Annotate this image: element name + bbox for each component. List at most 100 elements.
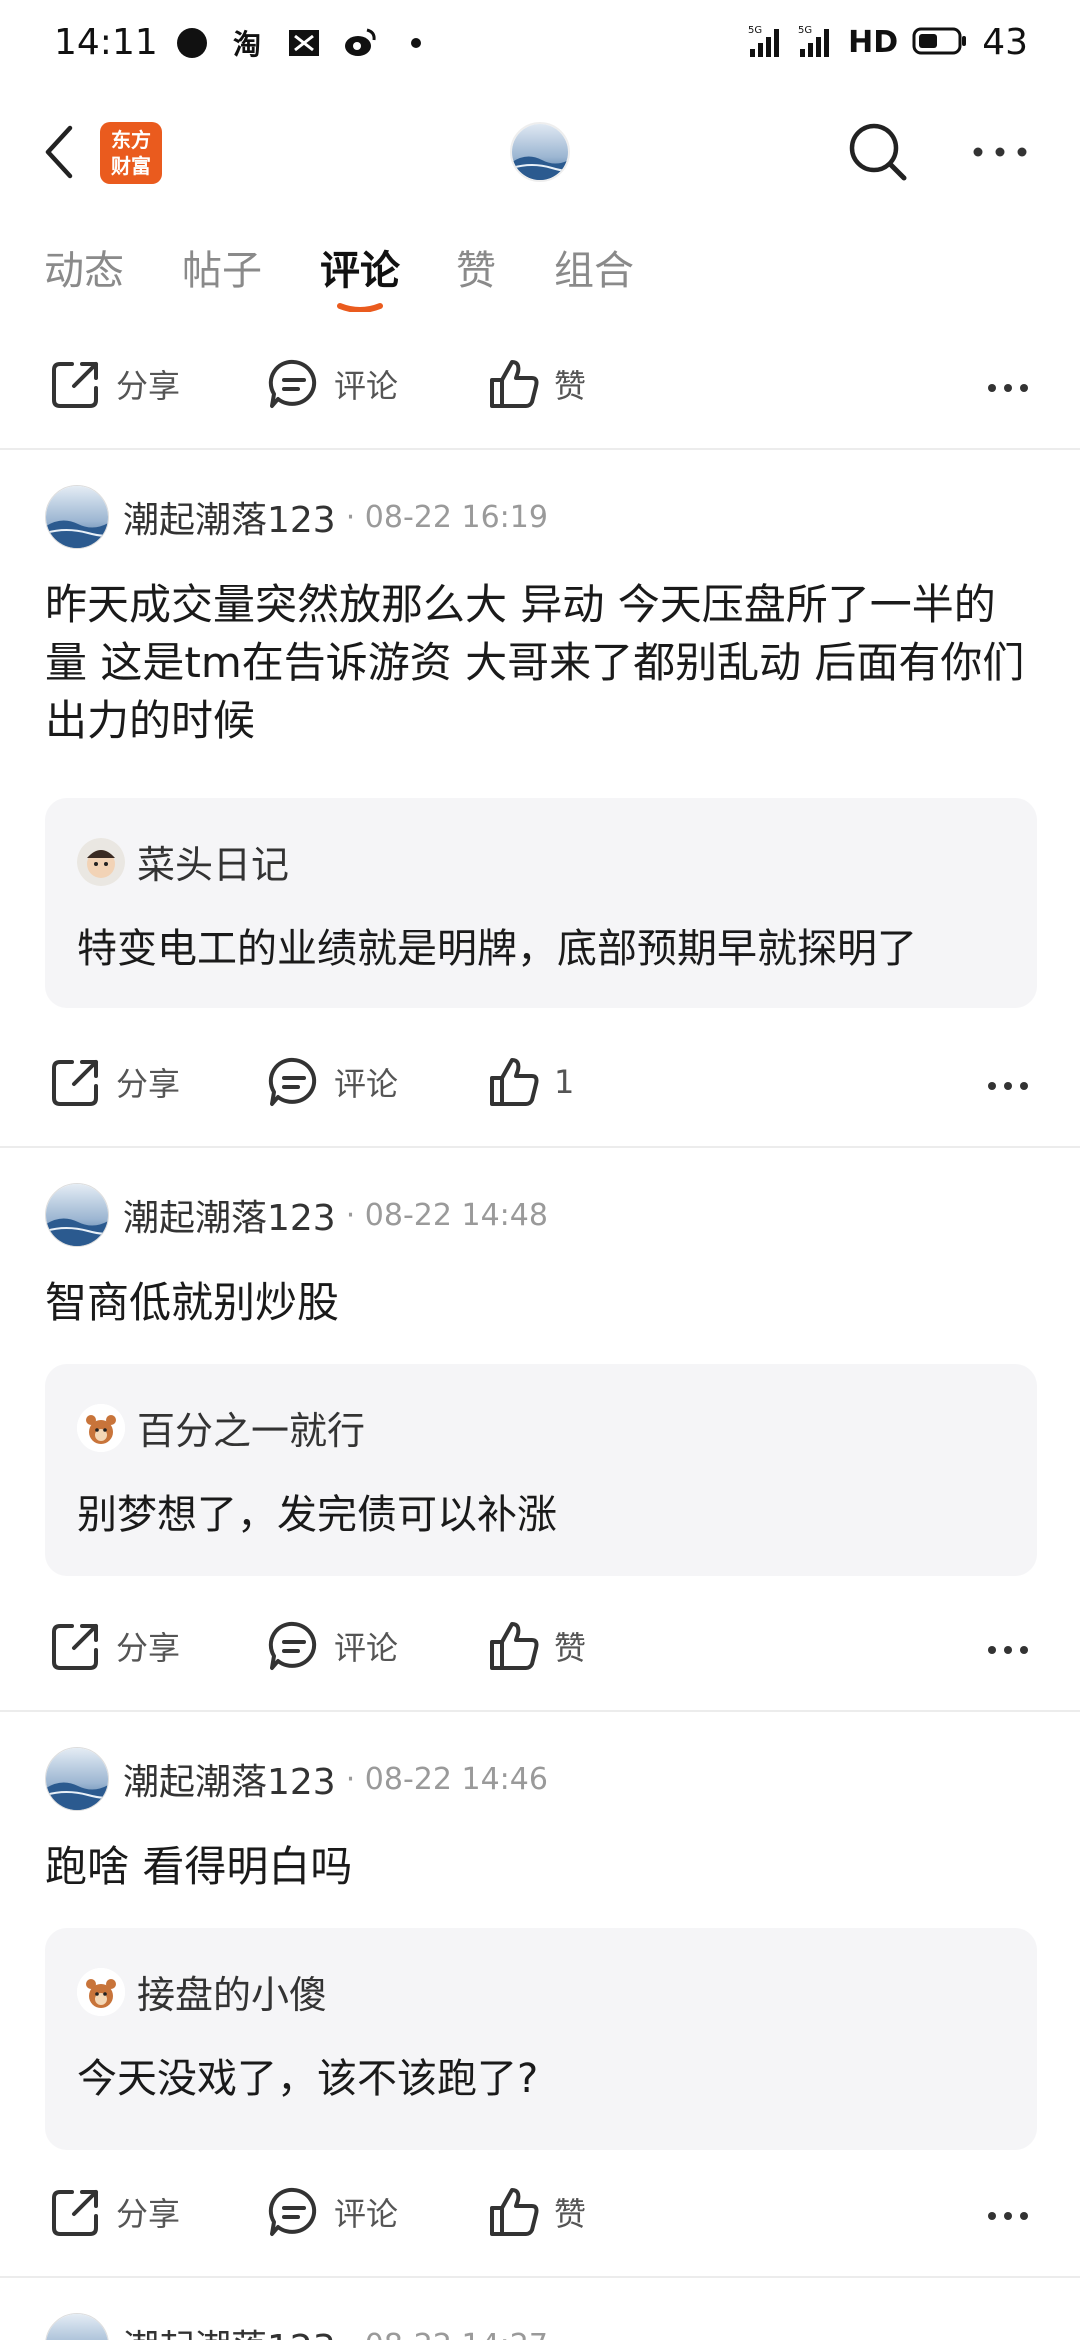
quoted-post[interactable]: 百分之一就行 别梦想了，发完债可以补涨: [45, 1364, 1037, 1576]
tab-likes[interactable]: 赞: [456, 238, 496, 296]
divider: [0, 1710, 1080, 1712]
comment-text: 昨天成交量突然放那么大 异动 今天压盘所了一半的量 这是tm在告诉游资 大哥来了…: [45, 580, 1025, 745]
quote-author-row: 百分之一就行: [77, 1400, 365, 1455]
comment-label: 评论: [334, 1065, 399, 1103]
like-label: 赞: [554, 2195, 587, 2233]
more-dots-icon[interactable]: [986, 1080, 1030, 1092]
post-time: · 08-22 16:19: [345, 499, 548, 535]
tab-portfolio[interactable]: 组合: [554, 238, 634, 296]
share-label: 分享: [116, 1065, 181, 1103]
author-name[interactable]: 潮起潮落123: [123, 491, 336, 543]
comment-icon: [268, 2187, 317, 2236]
share-label: 分享: [116, 2195, 181, 2233]
action-bar: 分享 评论 赞: [0, 1606, 1080, 1696]
comment-button[interactable]: 评论: [268, 358, 398, 410]
divider: [0, 1146, 1080, 1148]
like-label: 赞: [554, 1629, 587, 1667]
like-label: 赞: [554, 367, 587, 405]
comment-icon: [268, 1621, 317, 1670]
quoted-post[interactable]: 接盘的小傻 今天没戏了，该不该跑了?: [45, 1928, 1037, 2150]
back-button[interactable]: [40, 120, 84, 184]
battery-icon: [912, 26, 968, 60]
share-button[interactable]: 分享: [50, 1056, 180, 1108]
quoted-post[interactable]: 菜头日记 特变电工的业绩就是明牌，底部预期早就探明了: [45, 798, 1037, 1008]
tab-comments[interactable]: 评论: [320, 238, 400, 296]
like-button[interactable]: 赞: [488, 358, 586, 410]
like-button[interactable]: 赞: [488, 2186, 586, 2238]
signal-5g-icon: 5G: [748, 23, 784, 63]
more-options-button[interactable]: [970, 124, 1030, 180]
more-dots-icon: [973, 147, 1027, 157]
search-icon: [849, 123, 907, 181]
avatar[interactable]: [45, 2313, 109, 2340]
author-name[interactable]: 潮起潮落123: [123, 1753, 336, 1805]
status-time: 14:11: [54, 22, 158, 63]
avatar[interactable]: [45, 485, 109, 549]
share-button[interactable]: 分享: [50, 2186, 180, 2238]
author-row: 潮起潮落123 · 08-22 14:46: [45, 1746, 548, 1812]
logo-line-1: 东方: [111, 128, 151, 152]
battery-level: 43: [982, 22, 1028, 63]
thumbs-up-icon: [490, 1058, 539, 1106]
comment-label: 评论: [334, 1629, 399, 1667]
divider: [0, 448, 1080, 450]
quote-author-row: 接盘的小傻: [77, 1964, 327, 2019]
top-nav: 东方 财富: [0, 110, 1080, 194]
avatar[interactable]: [45, 1747, 109, 1811]
more-dots-icon[interactable]: [986, 2210, 1030, 2222]
post-time: · 08-22 14:48: [345, 1197, 548, 1233]
author-row: 潮起潮落123 · 08-22 14:27: [45, 2312, 548, 2340]
status-bar: 14:11 淘 5G 5G HD 43: [0, 0, 1080, 92]
dot-icon: [399, 26, 433, 60]
tab-dynamics[interactable]: 动态: [44, 238, 124, 296]
svg-text:5G: 5G: [748, 25, 762, 36]
share-button[interactable]: 分享: [50, 358, 180, 410]
taobao-icon: 淘: [231, 26, 265, 60]
author-name[interactable]: 潮起潮落123: [123, 2319, 336, 2340]
divider: [0, 2276, 1080, 2278]
share-icon: [52, 362, 98, 408]
comment-button[interactable]: 评论: [268, 1056, 398, 1108]
hd-label: HD: [848, 25, 899, 60]
svg-text:5G: 5G: [798, 25, 812, 36]
comment-icon: [268, 359, 317, 408]
quote-author-name: 百分之一就行: [137, 1409, 366, 1453]
notification-icons: 淘: [175, 26, 433, 60]
action-bar: 分享 评论 赞: [0, 2172, 1080, 2262]
like-button[interactable]: 赞: [488, 1620, 586, 1672]
more-dots-icon[interactable]: [986, 1644, 1030, 1656]
share-label: 分享: [116, 367, 181, 405]
app-logo[interactable]: 东方 财富: [100, 122, 162, 184]
action-bar: 分享 评论 1: [0, 1042, 1080, 1132]
tab-posts[interactable]: 帖子: [182, 238, 262, 296]
like-count: 1: [554, 1063, 575, 1101]
weibo-icon: [343, 26, 377, 60]
comment-text: 跑啥 看得明白吗: [45, 1842, 353, 1891]
comment-text: 智商低就别炒股: [45, 1278, 340, 1327]
quote-text: 别梦想了，发完债可以补涨: [77, 1492, 557, 1538]
profile-avatar[interactable]: [510, 122, 570, 182]
comment-button[interactable]: 评论: [268, 1620, 398, 1672]
search-button[interactable]: [846, 120, 910, 184]
share-icon: [52, 1060, 98, 1106]
svg-text:淘: 淘: [233, 28, 261, 60]
comment-label: 评论: [334, 2195, 399, 2233]
quote-author-name: 菜头日记: [137, 843, 290, 887]
share-icon: [52, 2190, 98, 2236]
active-tab-indicator: [337, 303, 383, 312]
avatar[interactable]: [45, 1183, 109, 1247]
like-button[interactable]: 1: [488, 1056, 574, 1108]
share-icon: [52, 1624, 98, 1670]
quote-text: 今天没戏了，该不该跑了?: [77, 2056, 539, 2102]
quote-avatar: [77, 1403, 125, 1452]
post-time: · 08-22 14:46: [345, 1761, 548, 1797]
share-button[interactable]: 分享: [50, 1620, 180, 1672]
comment-button[interactable]: 评论: [268, 2186, 398, 2238]
author-name[interactable]: 潮起潮落123: [123, 1189, 336, 1241]
more-dots-icon[interactable]: [986, 382, 1030, 394]
quote-avatar: [77, 837, 125, 886]
post-time: · 08-22 14:27: [346, 2328, 548, 2340]
author-row: 潮起潮落123 · 08-22 14:48: [45, 1182, 548, 1248]
share-label: 分享: [116, 1629, 181, 1667]
thumbs-up-icon: [490, 1622, 539, 1670]
